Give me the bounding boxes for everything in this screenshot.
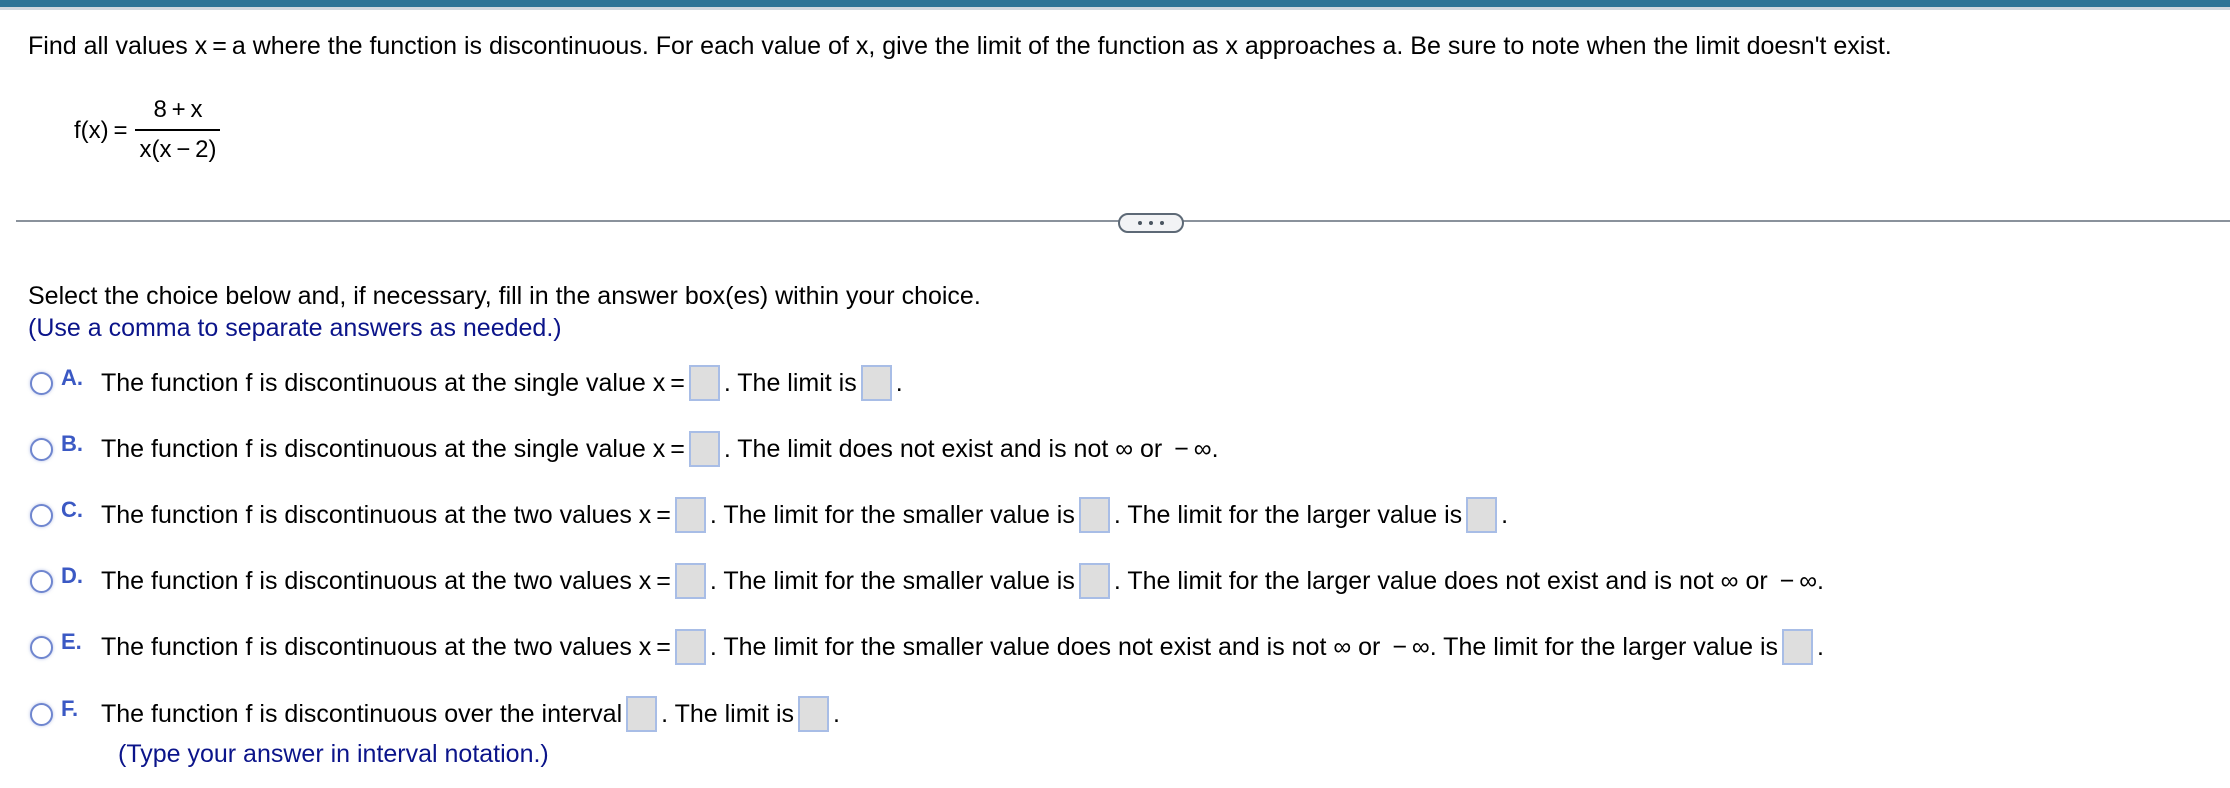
ellipsis-icon	[1138, 221, 1142, 225]
choice-text-part: .	[833, 699, 840, 728]
choice-f-note: (Type your answer in interval notation.)	[118, 740, 549, 768]
choice-text: The function f is discontinuous at the t…	[101, 563, 1824, 599]
choice-text: The function f is discontinuous at the s…	[101, 431, 1219, 467]
fraction-numerator: 8 + x	[153, 96, 203, 123]
choice-d[interactable]: D. The function f is discontinuous at th…	[30, 561, 1824, 601]
choice-text-part: .	[895, 368, 903, 397]
instructions: Select the choice below and, if necessar…	[28, 280, 981, 344]
answer-box-limit[interactable]	[860, 365, 892, 401]
choice-text-part: . The limit for the larger value is	[1113, 500, 1463, 529]
instructions-main: Select the choice below and, if necessar…	[28, 282, 981, 310]
choice-e[interactable]: E. The function f is discontinuous at th…	[30, 627, 1824, 667]
choice-text-part: The function f is discontinuous at the t…	[101, 566, 671, 595]
answer-box-limit-larger[interactable]	[1466, 497, 1498, 533]
answer-box-x-values[interactable]	[674, 629, 706, 665]
choice-text-part: . The limit is	[723, 368, 857, 397]
answer-box-limit[interactable]	[798, 696, 830, 732]
ellipsis-icon	[1160, 221, 1164, 225]
question-prompt: Find all values x = a where the function…	[28, 32, 1892, 60]
answer-box-x-value[interactable]	[688, 365, 720, 401]
answer-box-x-value[interactable]	[688, 431, 720, 467]
function-label: f(x) =	[74, 117, 128, 144]
choice-text-part: . The limit does not exist and is not ∞ …	[723, 434, 1219, 463]
choice-a[interactable]: A. The function f is discontinuous at th…	[30, 363, 903, 403]
choice-text-part: . The limit for the smaller value is	[709, 566, 1075, 595]
radio-button-d[interactable]	[30, 569, 53, 593]
ellipsis-icon	[1149, 221, 1153, 225]
function-definition: f(x) = 8 + x x(x − 2)	[74, 90, 221, 170]
answer-box-limit-smaller[interactable]	[1078, 563, 1110, 599]
choice-text: The function f is discontinuous at the s…	[101, 365, 903, 401]
choice-text-part: . The limit for the larger value does no…	[1113, 566, 1824, 595]
choice-c[interactable]: C. The function f is discontinuous at th…	[30, 495, 1508, 535]
choice-letter: B.	[61, 431, 83, 456]
choice-text-part: . The limit for the smaller value is	[709, 500, 1075, 529]
radio-button-a[interactable]	[30, 371, 53, 395]
top-banner-shadow	[0, 7, 2230, 10]
radio-button-f[interactable]	[30, 702, 53, 726]
top-banner	[0, 0, 2230, 7]
choice-letter: A.	[61, 365, 83, 390]
answer-box-interval[interactable]	[626, 696, 658, 732]
radio-button-b[interactable]	[30, 437, 53, 461]
choice-f[interactable]: F. The function f is discontinuous over …	[30, 694, 840, 734]
choice-text-part: The function f is discontinuous at the s…	[101, 434, 685, 463]
function-fraction: 8 + x x(x − 2)	[135, 95, 221, 165]
expand-more-button[interactable]	[1118, 213, 1184, 233]
answer-box-x-values[interactable]	[674, 497, 706, 533]
choice-text-part: The function f is discontinuous at the t…	[101, 632, 671, 661]
fraction-denominator: x(x − 2)	[139, 136, 217, 163]
answer-box-limit-larger[interactable]	[1782, 629, 1814, 665]
radio-button-e[interactable]	[30, 635, 53, 659]
choice-text-part: .	[1501, 500, 1509, 529]
instructions-note: (Use a comma to separate answers as need…	[28, 314, 562, 342]
choice-text-part: The function f is discontinuous at the t…	[101, 500, 671, 529]
answer-box-x-values[interactable]	[674, 563, 706, 599]
radio-button-c[interactable]	[30, 503, 53, 527]
choice-text: The function f is discontinuous over the…	[101, 696, 840, 732]
choice-letter: F.	[61, 696, 79, 721]
choice-letter: C.	[61, 497, 83, 522]
choice-text-part: .	[1817, 632, 1824, 661]
answer-box-limit-smaller[interactable]	[1078, 497, 1110, 533]
choice-text-part: . The limit is	[661, 699, 795, 728]
choice-letter: D.	[61, 563, 83, 588]
choice-text: The function f is discontinuous at the t…	[101, 497, 1508, 533]
choice-text-part: The function f is discontinuous over the…	[101, 699, 623, 728]
choice-text-part: . The limit for the smaller value does n…	[709, 632, 1779, 661]
choice-letter: E.	[61, 629, 82, 654]
choice-text-part: The function f is discontinuous at the s…	[101, 368, 685, 397]
choice-b[interactable]: B. The function f is discontinuous at th…	[30, 429, 1219, 469]
choice-text: The function f is discontinuous at the t…	[101, 629, 1824, 665]
